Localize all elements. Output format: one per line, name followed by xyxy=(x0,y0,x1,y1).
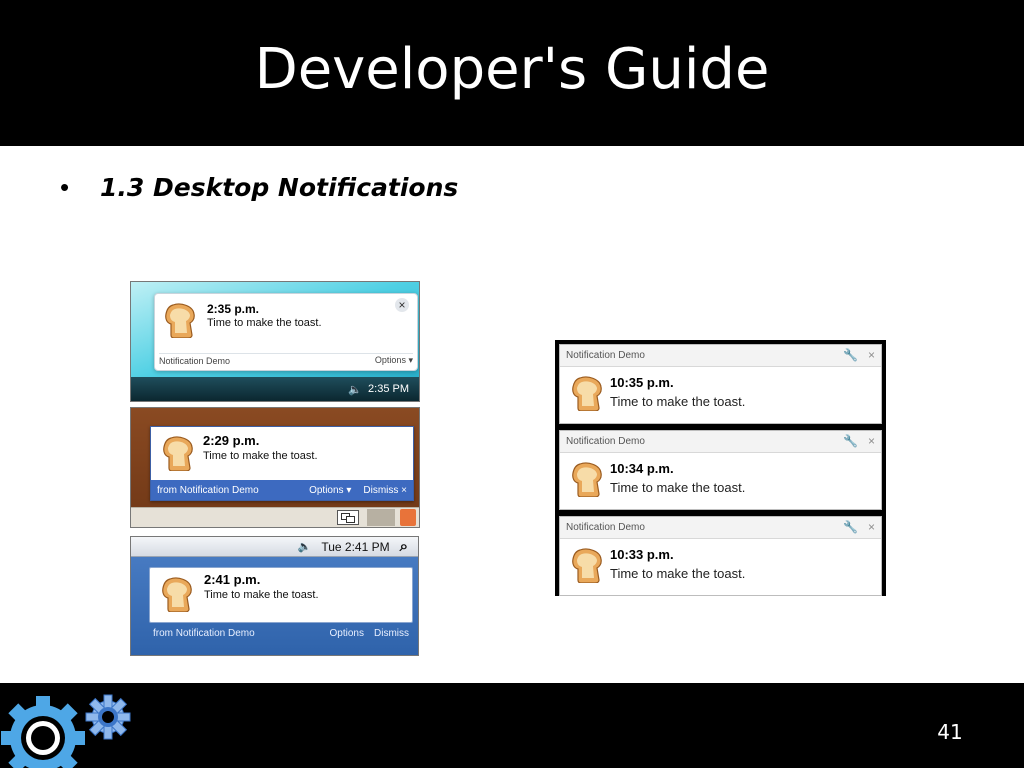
notification-message: Time to make the toast. xyxy=(610,480,746,495)
notification-time: 2:35 p.m. xyxy=(207,302,260,316)
chrome-notification-header: Notification Demo 🔧 × xyxy=(560,345,881,367)
notification-source: Notification Demo xyxy=(566,522,645,533)
options-label: Options xyxy=(309,484,344,496)
bullet-text: 1.3 Desktop Notifications xyxy=(100,172,459,202)
options-button[interactable]: Options xyxy=(330,628,364,639)
notification-time: 2:29 p.m. xyxy=(203,433,260,448)
workspace-switcher[interactable] xyxy=(367,509,395,526)
chevron-down-icon: ▾ xyxy=(408,355,413,365)
options-menu[interactable]: Options ▾ xyxy=(375,355,413,366)
notification-message: Time to make the toast. xyxy=(610,566,746,581)
toast-icon xyxy=(160,576,194,612)
chrome-notification[interactable]: Notification Demo 🔧 × 10:35 p.m. Time to… xyxy=(559,344,882,424)
taskbar-clock: 2:35 PM xyxy=(368,383,409,395)
notification-time: 10:33 p.m. xyxy=(610,547,674,562)
linux-notification-screenshot: 2:29 p.m. Time to make the toast. from N… xyxy=(130,407,420,528)
notification-message: Time to make the toast. xyxy=(204,589,319,601)
notification-source: Notification Demo xyxy=(566,350,645,361)
wrench-icon[interactable]: 🔧 xyxy=(843,520,858,534)
options-menu[interactable]: Options ▾ xyxy=(309,485,351,496)
linux-notification-footer: from Notification Demo Options ▾ Dismiss… xyxy=(151,480,413,500)
notification-message: Time to make the toast. xyxy=(207,317,322,329)
close-icon[interactable]: × xyxy=(868,520,875,534)
mac-menubar: 🔈 Tue 2:41 PM ⌕ xyxy=(131,537,418,557)
toast-icon xyxy=(161,435,195,471)
notification-source: Notification Demo xyxy=(566,436,645,447)
dismiss-button[interactable]: Dismiss × xyxy=(363,485,407,496)
footer-bar xyxy=(0,683,1024,768)
mac-notification-screenshot: 🔈 Tue 2:41 PM ⌕ 2:41 p.m. Time to make t… xyxy=(130,536,419,656)
chrome-notification[interactable]: Notification Demo 🔧 × 10:34 p.m. Time to… xyxy=(559,430,882,510)
notification-time: 10:34 p.m. xyxy=(610,461,674,476)
notification-message: Time to make the toast. xyxy=(610,394,746,409)
options-label: Options xyxy=(374,355,406,365)
chrome-notifications-screenshot: Notification Demo 🔧 × 10:35 p.m. Time to… xyxy=(555,340,886,596)
slide-title: Developer's Guide xyxy=(254,37,770,102)
speaker-icon[interactable]: 🔈 xyxy=(298,540,312,553)
close-icon[interactable]: × xyxy=(868,348,875,362)
vista-taskbar: 🔈 2:35 PM xyxy=(131,377,419,401)
chevron-down-icon: ▾ xyxy=(346,484,352,496)
trash-icon[interactable] xyxy=(400,509,416,526)
mac-notification-footer: from Notification Demo Options Dismiss xyxy=(149,625,413,641)
wrench-icon[interactable]: 🔧 xyxy=(843,434,858,448)
gears-icon xyxy=(1,694,131,768)
toast-icon xyxy=(570,461,604,497)
close-icon[interactable]: × xyxy=(868,434,875,448)
linux-taskbar xyxy=(131,507,419,527)
muted-speaker-icon[interactable]: 🔈 xyxy=(348,383,362,396)
vista-notification-footer: Notification Demo Options ▾ xyxy=(159,353,413,367)
chrome-notification-header: Notification Demo 🔧 × xyxy=(560,517,881,539)
window-switcher-icon[interactable] xyxy=(337,510,359,525)
notification-source: from Notification Demo xyxy=(157,484,259,496)
notification-time: 2:41 p.m. xyxy=(204,572,261,587)
wrench-icon[interactable]: 🔧 xyxy=(843,348,858,362)
notification-source: Notification Demo xyxy=(159,355,231,366)
page-number: 41 xyxy=(937,720,963,744)
vista-notification-screenshot: 2:35 p.m. Time to make the toast. × Noti… xyxy=(130,281,420,402)
toast-icon xyxy=(163,302,197,338)
bullet-row: • 1.3 Desktop Notifications xyxy=(60,170,458,204)
chrome-notification[interactable]: Notification Demo 🔧 × 10:33 p.m. Time to… xyxy=(559,516,882,596)
close-icon: × xyxy=(401,484,407,496)
notification-message: Time to make the toast. xyxy=(203,450,318,462)
notification-source: from Notification Demo xyxy=(153,627,255,639)
vista-notification[interactable]: 2:35 p.m. Time to make the toast. × Noti… xyxy=(154,293,418,371)
linux-notification[interactable]: 2:29 p.m. Time to make the toast. from N… xyxy=(150,426,414,501)
mac-notification[interactable]: 2:41 p.m. Time to make the toast. xyxy=(149,567,413,623)
dismiss-label: Dismiss xyxy=(363,484,399,496)
chrome-notification-header: Notification Demo 🔧 × xyxy=(560,431,881,453)
search-icon[interactable]: ⌕ xyxy=(400,538,408,555)
toast-icon xyxy=(570,547,604,583)
toast-icon xyxy=(570,375,604,411)
notification-time: 10:35 p.m. xyxy=(610,375,674,390)
menubar-clock[interactable]: Tue 2:41 PM xyxy=(321,540,389,554)
dismiss-button[interactable]: Dismiss xyxy=(374,628,409,639)
close-icon[interactable]: × xyxy=(395,298,409,312)
bullet-icon: • xyxy=(60,171,70,202)
